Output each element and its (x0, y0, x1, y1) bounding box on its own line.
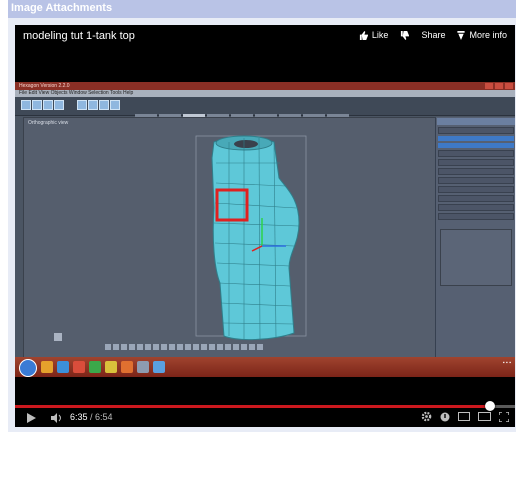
more-info-label: More info (469, 30, 507, 40)
thumbs-up-icon (359, 30, 368, 40)
more-info-button[interactable]: More info (457, 30, 507, 40)
system-tray: ▪ ▪ ▪ (502, 360, 511, 366)
settings-gear-icon[interactable] (421, 411, 432, 422)
video-frame: Hexagon Version 2.2.0 File Edit View Obj… (15, 82, 515, 377)
video-player[interactable]: modeling tut 1-tank top Like Share More … (15, 25, 515, 427)
panel-title: Image Attachments (11, 2, 113, 14)
window-buttons (485, 83, 513, 89)
bottom-toolbar (105, 344, 263, 352)
theater-mode-icon[interactable] (478, 412, 491, 421)
info-arrow-icon (457, 30, 466, 40)
dislike-button[interactable] (400, 30, 410, 40)
time-display: 6:35 / 6:54 (70, 412, 113, 422)
play-icon[interactable] (27, 413, 36, 423)
app-titlebar: Hexagon Version 2.2.0 (15, 82, 515, 90)
fullscreen-icon[interactable] (499, 411, 509, 422)
3d-viewport: Orthographic view (23, 117, 437, 359)
app-title: Hexagon Version 2.2.0 (19, 83, 70, 89)
share-button[interactable]: Share (421, 30, 445, 40)
thumbs-down-icon (401, 30, 410, 40)
windows-taskbar: ▪ ▪ ▪ (15, 357, 515, 377)
app-toolbar (15, 97, 515, 118)
properties-panel (435, 117, 515, 357)
share-label: Share (421, 30, 446, 40)
scene-tree (440, 229, 512, 286)
annotations-icon[interactable] (440, 412, 450, 422)
start-orb-icon (19, 359, 37, 377)
progress-bar[interactable] (15, 401, 515, 411)
like-button[interactable]: Like (359, 30, 389, 40)
video-title[interactable]: modeling tut 1-tank top (23, 30, 135, 42)
time-separator: / (87, 412, 96, 422)
current-time: 6:35 (70, 412, 88, 422)
small-player-icon[interactable] (458, 412, 470, 421)
tank-top-model (54, 135, 307, 341)
attachments-panel-header: Image Attachments (8, 0, 516, 18)
right-controls (421, 411, 509, 422)
player-controls: 6:35 / 6:54 (15, 410, 515, 427)
like-label: Like (371, 30, 389, 40)
video-top-actions: Like Share More info (359, 30, 507, 40)
app-menubar: File Edit View Objects Window Selection … (15, 90, 515, 97)
duration: 6:54 (95, 412, 113, 422)
volume-icon[interactable] (51, 413, 63, 423)
progress-fill (15, 405, 490, 408)
